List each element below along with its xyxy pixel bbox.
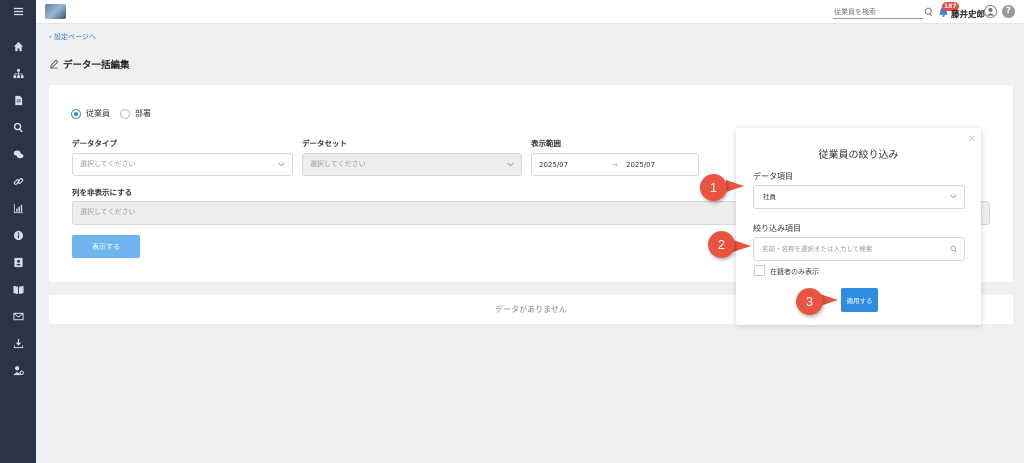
link-icon	[13, 177, 23, 185]
radio-employee[interactable]	[71, 108, 81, 119]
show-button[interactable]: 表示する	[72, 235, 140, 258]
data-type-label: データタイプ	[72, 139, 117, 148]
data-item-select[interactable]: 社員	[753, 185, 965, 209]
sidebar-item-analytics[interactable]	[0, 198, 36, 218]
display-range-picker[interactable]: 2025/07 → 2025/07	[531, 153, 699, 176]
page-title-text: データ一括編集	[63, 60, 130, 71]
callout-arrow	[726, 180, 744, 192]
hamburger-icon	[13, 7, 23, 15]
sidebar	[0, 0, 36, 463]
chevron-down-icon	[507, 162, 514, 167]
edit-icon	[50, 59, 59, 69]
info-icon	[13, 230, 23, 240]
filter-item-placeholder: 名前・名称を選択または入力して検索	[762, 245, 873, 253]
radio-department-label: 部署	[135, 109, 151, 118]
active-only-checkbox[interactable]	[754, 265, 765, 276]
sidebar-item-mail[interactable]	[0, 306, 36, 326]
data-type-select[interactable]: 選択してください	[72, 153, 293, 176]
data-set-label: データセット	[302, 139, 347, 148]
display-range-label: 表示範囲	[531, 139, 561, 148]
range-arrow: →	[612, 161, 618, 169]
top-bar: 187 藤井史郎 ?	[36, 0, 1024, 24]
callout-3: 3	[796, 288, 823, 315]
sidebar-item-chat[interactable]	[0, 144, 36, 164]
data-set-select[interactable]: 選択してください	[302, 153, 522, 176]
search-icon	[13, 122, 23, 132]
sidebar-item-links[interactable]	[0, 171, 36, 191]
download-icon	[13, 338, 23, 348]
filter-item-search-input[interactable]: 名前・名称を選択または入力して検索	[753, 237, 965, 261]
menu-toggle-button[interactable]	[0, 0, 36, 22]
callout-2: 2	[708, 231, 735, 258]
document-icon	[14, 95, 22, 105]
sidebar-item-home[interactable]	[0, 36, 36, 56]
sidebar-item-search[interactable]	[0, 117, 36, 137]
apply-button[interactable]: 適用する	[841, 288, 878, 312]
target-radio-group: 従業員 部署	[71, 108, 151, 119]
employee-search-input[interactable]	[833, 6, 923, 19]
data-set-placeholder: 選択してください	[310, 160, 366, 168]
active-only-label: 在籍者のみ表示	[770, 268, 819, 276]
org-chart-icon	[12, 68, 24, 78]
empty-message: データがありません	[495, 305, 567, 314]
chart-icon	[13, 203, 23, 213]
page-title: データ一括編集	[49, 57, 130, 71]
sidebar-item-user-settings[interactable]	[0, 360, 36, 380]
filter-panel-title: 従業員の絞り込み	[818, 150, 899, 161]
data-item-label: データ項目	[753, 172, 793, 181]
sidebar-item-organization[interactable]	[0, 63, 36, 83]
sidebar-item-info[interactable]	[0, 225, 36, 245]
hide-columns-label: 列を非表示にする	[72, 188, 133, 197]
home-icon	[13, 41, 23, 51]
user-name[interactable]: 藤井史郎	[951, 8, 985, 20]
help-icon[interactable]: ?	[1002, 5, 1015, 18]
contact-card-icon	[13, 257, 23, 267]
search-icon	[950, 245, 957, 253]
mail-icon	[12, 312, 24, 320]
radio-employee-label: 従業員	[86, 109, 110, 118]
user-icon	[986, 7, 995, 16]
sidebar-item-download[interactable]	[0, 333, 36, 353]
back-link-label: 設定ページへ	[54, 33, 96, 41]
data-item-value: 社員	[763, 193, 776, 201]
chevron-down-icon	[278, 162, 285, 167]
sidebar-item-documents[interactable]	[0, 90, 36, 110]
filter-item-label: 絞り込み項目	[753, 224, 801, 233]
search-icon[interactable]	[924, 7, 934, 17]
hide-columns-placeholder: 選択してください	[80, 208, 136, 216]
data-type-placeholder: 選択してください	[80, 160, 136, 168]
user-settings-icon	[12, 365, 24, 375]
sidebar-item-contacts[interactable]	[0, 252, 36, 272]
chat-icon	[13, 150, 23, 158]
close-icon[interactable]: ×	[968, 134, 976, 144]
book-icon	[12, 285, 24, 294]
chevron-down-icon	[950, 194, 957, 199]
radio-department[interactable]	[120, 108, 130, 119]
callout-1: 1	[700, 174, 727, 201]
range-start-date[interactable]: 2025/07	[539, 161, 568, 169]
range-end-date[interactable]: 2025/07	[626, 161, 655, 169]
callout-arrow	[733, 240, 751, 252]
user-avatar[interactable]	[984, 5, 997, 18]
back-to-settings-link[interactable]: ‹ 設定ページへ	[49, 32, 96, 42]
company-logo[interactable]	[45, 4, 66, 19]
sidebar-item-manual[interactable]	[0, 279, 36, 299]
